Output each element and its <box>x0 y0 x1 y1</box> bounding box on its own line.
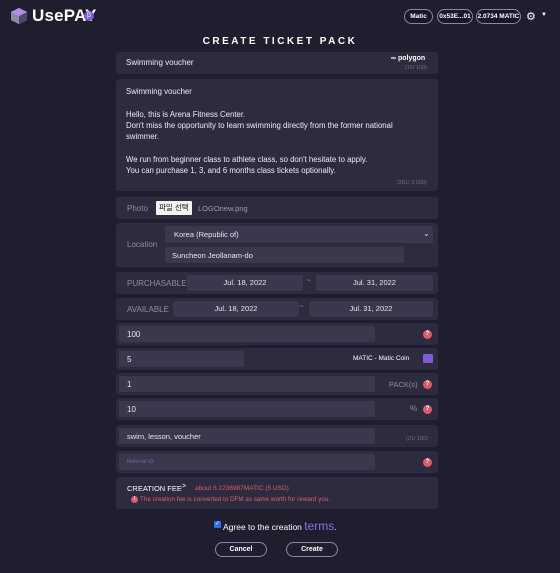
description-counter: (281/ 3,000) <box>397 180 427 186</box>
quantity-input[interactable]: 100 <box>119 326 375 342</box>
network-button[interactable]: Matic <box>404 9 433 24</box>
available-row: AVAILABLE Jul. 18, 2022 ~ Jul. 31, 2022 <box>116 298 438 320</box>
tags-input[interactable]: swim, lesson, voucher <box>119 428 375 444</box>
referral-placeholder: Referral ID <box>127 459 154 465</box>
location-row: Location Korea (Republic of) ⌄ Suncheon … <box>116 223 438 267</box>
warning-icon: ! <box>131 496 138 503</box>
purchasable-start-date[interactable]: Jul. 18, 2022 <box>187 275 303 291</box>
help-icon[interactable]: ? <box>423 405 432 414</box>
wallet-address-button[interactable]: 0x53E...01 <box>437 9 473 24</box>
purchasable-end-date[interactable]: Jul. 31, 2022 <box>316 275 433 291</box>
chevron-down-icon[interactable]: ▼ <box>541 12 547 18</box>
agree-period: . <box>334 522 337 532</box>
discount-value: 10 <box>127 405 136 414</box>
quantity-value: 100 <box>127 330 141 339</box>
create-button[interactable]: Create <box>286 542 338 557</box>
ticket-name-field[interactable]: Swimming voucher ∞ polygon (16/ 100) <box>116 52 438 74</box>
currency-label: MATIC - Matic Coin <box>353 355 410 362</box>
date-separator: ~ <box>306 276 311 285</box>
gear-icon[interactable]: ⚙ <box>526 10 536 23</box>
description-line: Hello, this is Arena Fitness Center. <box>126 109 246 119</box>
available-start-date[interactable]: Jul. 18, 2022 <box>173 301 299 317</box>
tags-row: swim, lesson, voucher (21/ 100) <box>116 425 438 447</box>
description-line: swimmer. <box>126 132 159 142</box>
currency-picker-icon[interactable] <box>423 354 433 363</box>
ticket-name-input[interactable]: Swimming voucher <box>126 58 194 67</box>
price-input[interactable]: 5 <box>119 351 244 367</box>
photo-label: Photo <box>127 204 148 213</box>
agree-label: Agree to the creation <box>223 522 305 532</box>
percent-unit: % <box>410 404 418 413</box>
creation-fee-arrow[interactable]: > <box>182 483 186 490</box>
creation-fee-value: about 6.1236987MATIC (5 USD) <box>195 485 289 492</box>
packs-unit: PACK(s) <box>389 380 418 389</box>
polygon-badge-label: polygon <box>397 55 426 62</box>
usepay-logo-icon[interactable] <box>10 7 28 25</box>
cancel-button[interactable]: Cancel <box>215 542 267 557</box>
beta-badge: β <box>84 11 94 21</box>
creation-fee-box: CREATION FEE > about 6.1236987MATIC (5 U… <box>116 477 438 509</box>
price-value: 5 <box>127 355 132 364</box>
polygon-icon: ∞ <box>391 55 396 62</box>
available-end-date[interactable]: Jul. 31, 2022 <box>309 301 433 317</box>
name-counter: (16/ 100) <box>405 65 428 71</box>
purchasable-label: PURCHASABLE <box>127 279 187 288</box>
description-line: We run from beginner class to athlete cl… <box>126 154 368 164</box>
location-label: Location <box>127 240 158 249</box>
purchasable-row: PURCHASABLE Jul. 18, 2022 ~ Jul. 31, 202… <box>116 272 438 294</box>
terms-link[interactable]: terms <box>304 519 334 533</box>
description-text[interactable]: Swimming voucher Hello, this is Arena Fi… <box>126 86 431 176</box>
packs-row: 1 PACK(s) ? <box>116 373 438 395</box>
referral-row: Referral ID ? <box>116 451 438 473</box>
photo-row: Photo 파일 선택 LOGOnew.png <box>116 197 438 219</box>
date-separator: ~ <box>299 302 304 311</box>
help-icon[interactable]: ? <box>423 380 432 389</box>
page-title: CREATE TICKET PACK <box>202 36 358 47</box>
price-row: 5 MATIC - Matic Coin <box>116 348 438 370</box>
polygon-badge: ∞ polygon <box>391 55 425 62</box>
discount-row: 10 % ? <box>116 398 438 420</box>
city-input[interactable]: Suncheon Jeollanam-do <box>165 247 404 263</box>
referral-input[interactable]: Referral ID <box>119 454 375 470</box>
country-select[interactable]: Korea (Republic of) ⌄ <box>165 226 433 243</box>
description-blank-line <box>126 142 431 153</box>
file-select-button[interactable]: 파일 선택 <box>156 201 192 215</box>
description-line: Swimming voucher <box>126 87 192 96</box>
tags-counter: (21/ 100) <box>406 436 429 442</box>
description-textarea[interactable]: Swimming voucher Hello, this is Arena Fi… <box>116 79 438 191</box>
photo-filename: LOGOnew.png <box>198 204 248 213</box>
creation-fee-label: CREATION FEE <box>127 484 182 493</box>
help-icon[interactable]: ? <box>423 330 432 339</box>
description-line: You can purchase 1, 3, and 6 months clas… <box>126 166 336 176</box>
agree-checkbox[interactable]: ✓ <box>214 521 221 528</box>
agree-text: Agree to the creation terms. <box>223 519 337 533</box>
discount-input[interactable]: 10 <box>119 401 375 417</box>
creation-fee-note: The creation fee is converted to DFM as … <box>140 496 331 503</box>
chevron-down-icon: ⌄ <box>423 229 430 238</box>
tags-value: swim, lesson, voucher <box>127 432 201 441</box>
quantity-row: 100 ? <box>116 323 438 345</box>
country-value: Korea (Republic of) <box>174 230 239 239</box>
packs-value: 1 <box>127 380 132 389</box>
description-blank-line <box>126 97 431 108</box>
packs-input[interactable]: 1 <box>119 376 375 392</box>
city-value: Suncheon Jeollanam-do <box>172 251 253 260</box>
balance-button[interactable]: 2.0734 MATIC <box>476 9 521 24</box>
help-icon[interactable]: ? <box>423 458 432 467</box>
available-label: AVAILABLE <box>127 305 169 314</box>
description-line: Don't miss the opportunity to learn swim… <box>126 120 393 130</box>
